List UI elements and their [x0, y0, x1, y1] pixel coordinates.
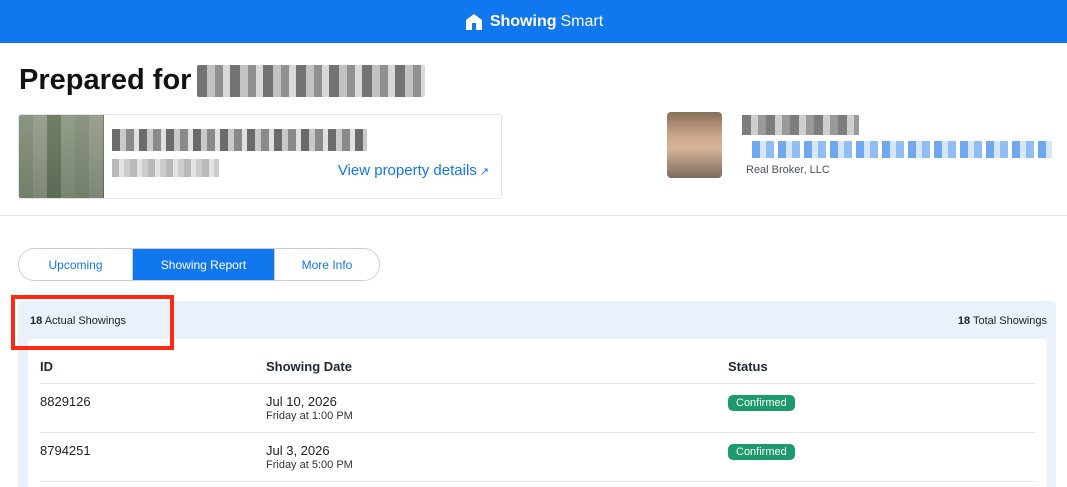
section-divider — [0, 215, 1067, 216]
page-title-text: Prepared for — [19, 64, 192, 96]
row-divider — [40, 481, 1035, 482]
view-property-details-link[interactable]: View property details ↗ — [338, 162, 489, 179]
row-time: Friday at 1:00 PM — [266, 410, 353, 422]
redacted-agent-name — [742, 115, 859, 135]
external-link-icon: ↗ — [479, 166, 489, 178]
annotation-highlight-box — [11, 295, 174, 350]
column-header-id: ID — [40, 359, 53, 374]
row-date: Jul 10, 2026 — [266, 394, 337, 409]
row-time: Friday at 5:00 PM — [266, 459, 353, 471]
showings-table: ID Showing Date Status 8829126 Jul 10, 2… — [28, 339, 1047, 487]
total-showings-count: 18 Total Showings — [958, 315, 1047, 327]
agent-company: Real Broker, LLC — [746, 164, 830, 176]
page-title: Prepared for — [19, 64, 426, 97]
row-id: 8794251 — [40, 443, 91, 458]
redacted-client-name — [197, 64, 426, 97]
view-property-details-label: View property details — [337, 162, 477, 179]
tab-showing-report[interactable]: Showing Report — [132, 249, 274, 280]
column-header-status: Status — [728, 359, 768, 374]
total-showings-label: Total Showings — [973, 315, 1047, 327]
status-badge: Confirmed — [728, 444, 795, 460]
redacted-property-address — [112, 129, 367, 151]
property-card: View property details ↗ — [18, 114, 502, 199]
brand-name-bold: Showing — [489, 12, 557, 30]
tab-more-info[interactable]: More Info — [274, 249, 379, 280]
row-date: Jul 3, 2026 — [266, 443, 330, 458]
total-showings-number: 18 — [957, 315, 971, 327]
house-icon — [465, 13, 482, 30]
row-divider — [40, 432, 1035, 433]
header-divider — [40, 383, 1035, 384]
column-header-showing-date: Showing Date — [266, 359, 352, 374]
property-thumbnail — [19, 115, 104, 198]
agent-avatar — [667, 112, 722, 178]
brand-logo[interactable]: Showing Smart — [464, 12, 603, 32]
row-id: 8829126 — [40, 394, 91, 409]
status-badge: Confirmed — [728, 395, 795, 411]
tab-upcoming[interactable]: Upcoming — [19, 249, 132, 280]
redacted-agent-contact[interactable] — [752, 141, 1052, 158]
redacted-property-city — [112, 159, 219, 177]
top-nav-bar: Showing Smart — [0, 0, 1067, 43]
brand-name-light: Smart — [560, 12, 604, 30]
report-tabs: Upcoming Showing Report More Info — [18, 248, 380, 281]
